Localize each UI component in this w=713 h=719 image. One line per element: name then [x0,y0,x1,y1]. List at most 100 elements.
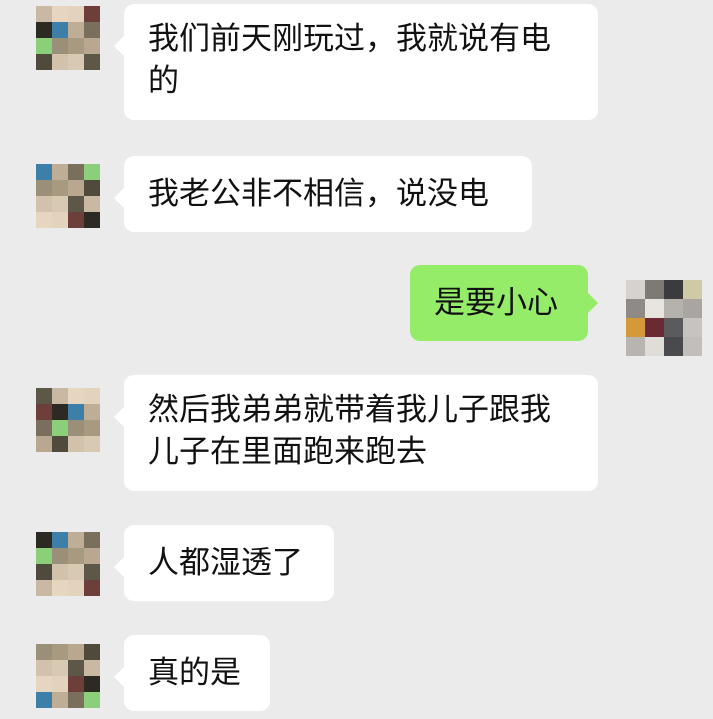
message-text-line: 我们前天刚玩过，我就说有电 [148,21,551,57]
avatar-mosaic-tile [68,212,84,228]
avatar-mosaic-tile [52,54,68,70]
avatar-mosaic-tile [52,564,68,580]
avatar-mosaic-tile [36,580,52,596]
avatar-mosaic-tile [84,388,100,404]
avatar-mosaic-tile [84,164,100,180]
contact-avatar-pixelated[interactable] [36,164,100,228]
avatar-mosaic-tile [664,280,683,299]
avatar-mosaic-tile [52,196,68,212]
avatar-mosaic-tile [84,692,100,708]
avatar-mosaic-tile [52,692,68,708]
message-text-line: 的 [148,63,179,99]
avatar-mosaic-tile [68,6,84,22]
avatar-mosaic-tile [68,22,84,38]
message-bubble-incoming[interactable]: 真的是 [114,635,270,711]
message-text-line: 真的是 [148,655,241,691]
avatar-mosaic-tile [683,318,702,337]
avatar-mosaic-tile [68,692,84,708]
avatar-mosaic-tile [36,164,52,180]
message-text-line: 然后我弟弟就带着我儿子跟我 [148,392,551,428]
avatar-mosaic-tile [84,180,100,196]
avatar-mosaic-tile [84,54,100,70]
message-bubble-incoming[interactable]: 我老公非不相信，说没电 [114,156,532,232]
avatar-mosaic-tile [52,644,68,660]
avatar-mosaic-tile [68,38,84,54]
avatar-mosaic-tile [68,676,84,692]
avatar-mosaic-tile [68,436,84,452]
avatar-mosaic-tile [68,548,84,564]
avatar-mosaic-tile [626,299,645,318]
avatar-mosaic-tile [36,54,52,70]
avatar-mosaic-tile [36,692,52,708]
avatar-mosaic-tile [36,644,52,660]
avatar-mosaic-tile [84,580,100,596]
avatar-mosaic-tile [36,548,52,564]
self-avatar-pixelated[interactable] [626,280,702,356]
avatar-mosaic-tile [68,644,84,660]
avatar-mosaic-tile [68,580,84,596]
avatar-mosaic-tile [683,299,702,318]
avatar-mosaic-tile [52,212,68,228]
avatar-mosaic-tile [68,404,84,420]
avatar-mosaic-tile [84,548,100,564]
avatar-mosaic-tile [36,676,52,692]
avatar-mosaic-tile [68,564,84,580]
avatar-mosaic-tile [626,280,645,299]
avatar-mosaic-tile [84,22,100,38]
avatar-mosaic-tile [52,676,68,692]
avatar-mosaic-tile [36,564,52,580]
avatar-mosaic-tile [36,38,52,54]
avatar-mosaic-tile [645,299,664,318]
avatar-mosaic-tile [52,404,68,420]
avatar-mosaic-tile [683,280,702,299]
message-bubble-incoming[interactable]: 然后我弟弟就带着我儿子跟我 儿子在里面跑来跑去 [114,375,598,491]
contact-avatar-pixelated[interactable] [36,388,100,452]
avatar-mosaic-tile [645,280,664,299]
message-bubble-incoming[interactable]: 我们前天刚玩过，我就说有电 的 [114,4,598,120]
avatar-mosaic-tile [36,388,52,404]
avatar-mosaic-tile [84,404,100,420]
avatar-mosaic-tile [36,196,52,212]
avatar-mosaic-tile [52,180,68,196]
avatar-mosaic-tile [52,22,68,38]
avatar-mosaic-tile [52,388,68,404]
avatar-mosaic-tile [36,212,52,228]
avatar-mosaic-tile [683,337,702,356]
avatar-mosaic-tile [626,337,645,356]
avatar-mosaic-tile [52,436,68,452]
avatar-mosaic-tile [84,196,100,212]
avatar-mosaic-tile [664,299,683,318]
avatar-mosaic-tile [84,532,100,548]
avatar-mosaic-tile [84,644,100,660]
contact-avatar-pixelated[interactable] [36,532,100,596]
avatar-mosaic-tile [626,318,645,337]
contact-avatar-pixelated[interactable] [36,6,100,70]
message-text-line: 是要小心 [434,285,558,321]
avatar-mosaic-tile [36,6,52,22]
avatar-mosaic-tile [52,548,68,564]
avatar-mosaic-tile [52,164,68,180]
avatar-mosaic-tile [36,404,52,420]
avatar-mosaic-tile [68,164,84,180]
contact-avatar-pixelated[interactable] [36,644,100,708]
avatar-mosaic-tile [52,660,68,676]
avatar-mosaic-tile [664,318,683,337]
avatar-mosaic-tile [84,420,100,436]
message-bubble-incoming[interactable]: 人都湿透了 [114,525,334,601]
avatar-mosaic-tile [52,6,68,22]
message-bubble-outgoing[interactable]: 是要小心 [410,265,598,341]
avatar-mosaic-tile [68,420,84,436]
avatar-mosaic-tile [36,532,52,548]
avatar-mosaic-tile [645,337,664,356]
avatar-mosaic-tile [36,660,52,676]
avatar-mosaic-tile [52,580,68,596]
avatar-mosaic-tile [36,436,52,452]
message-text-line: 我老公非不相信，说没电 [148,176,489,212]
message-text-line: 儿子在里面跑来跑去 [148,434,427,470]
avatar-mosaic-tile [645,318,664,337]
avatar-mosaic-tile [84,660,100,676]
message-text-line: 人都湿透了 [148,545,303,581]
avatar-mosaic-tile [68,54,84,70]
avatar-mosaic-tile [84,676,100,692]
avatar-mosaic-tile [36,420,52,436]
